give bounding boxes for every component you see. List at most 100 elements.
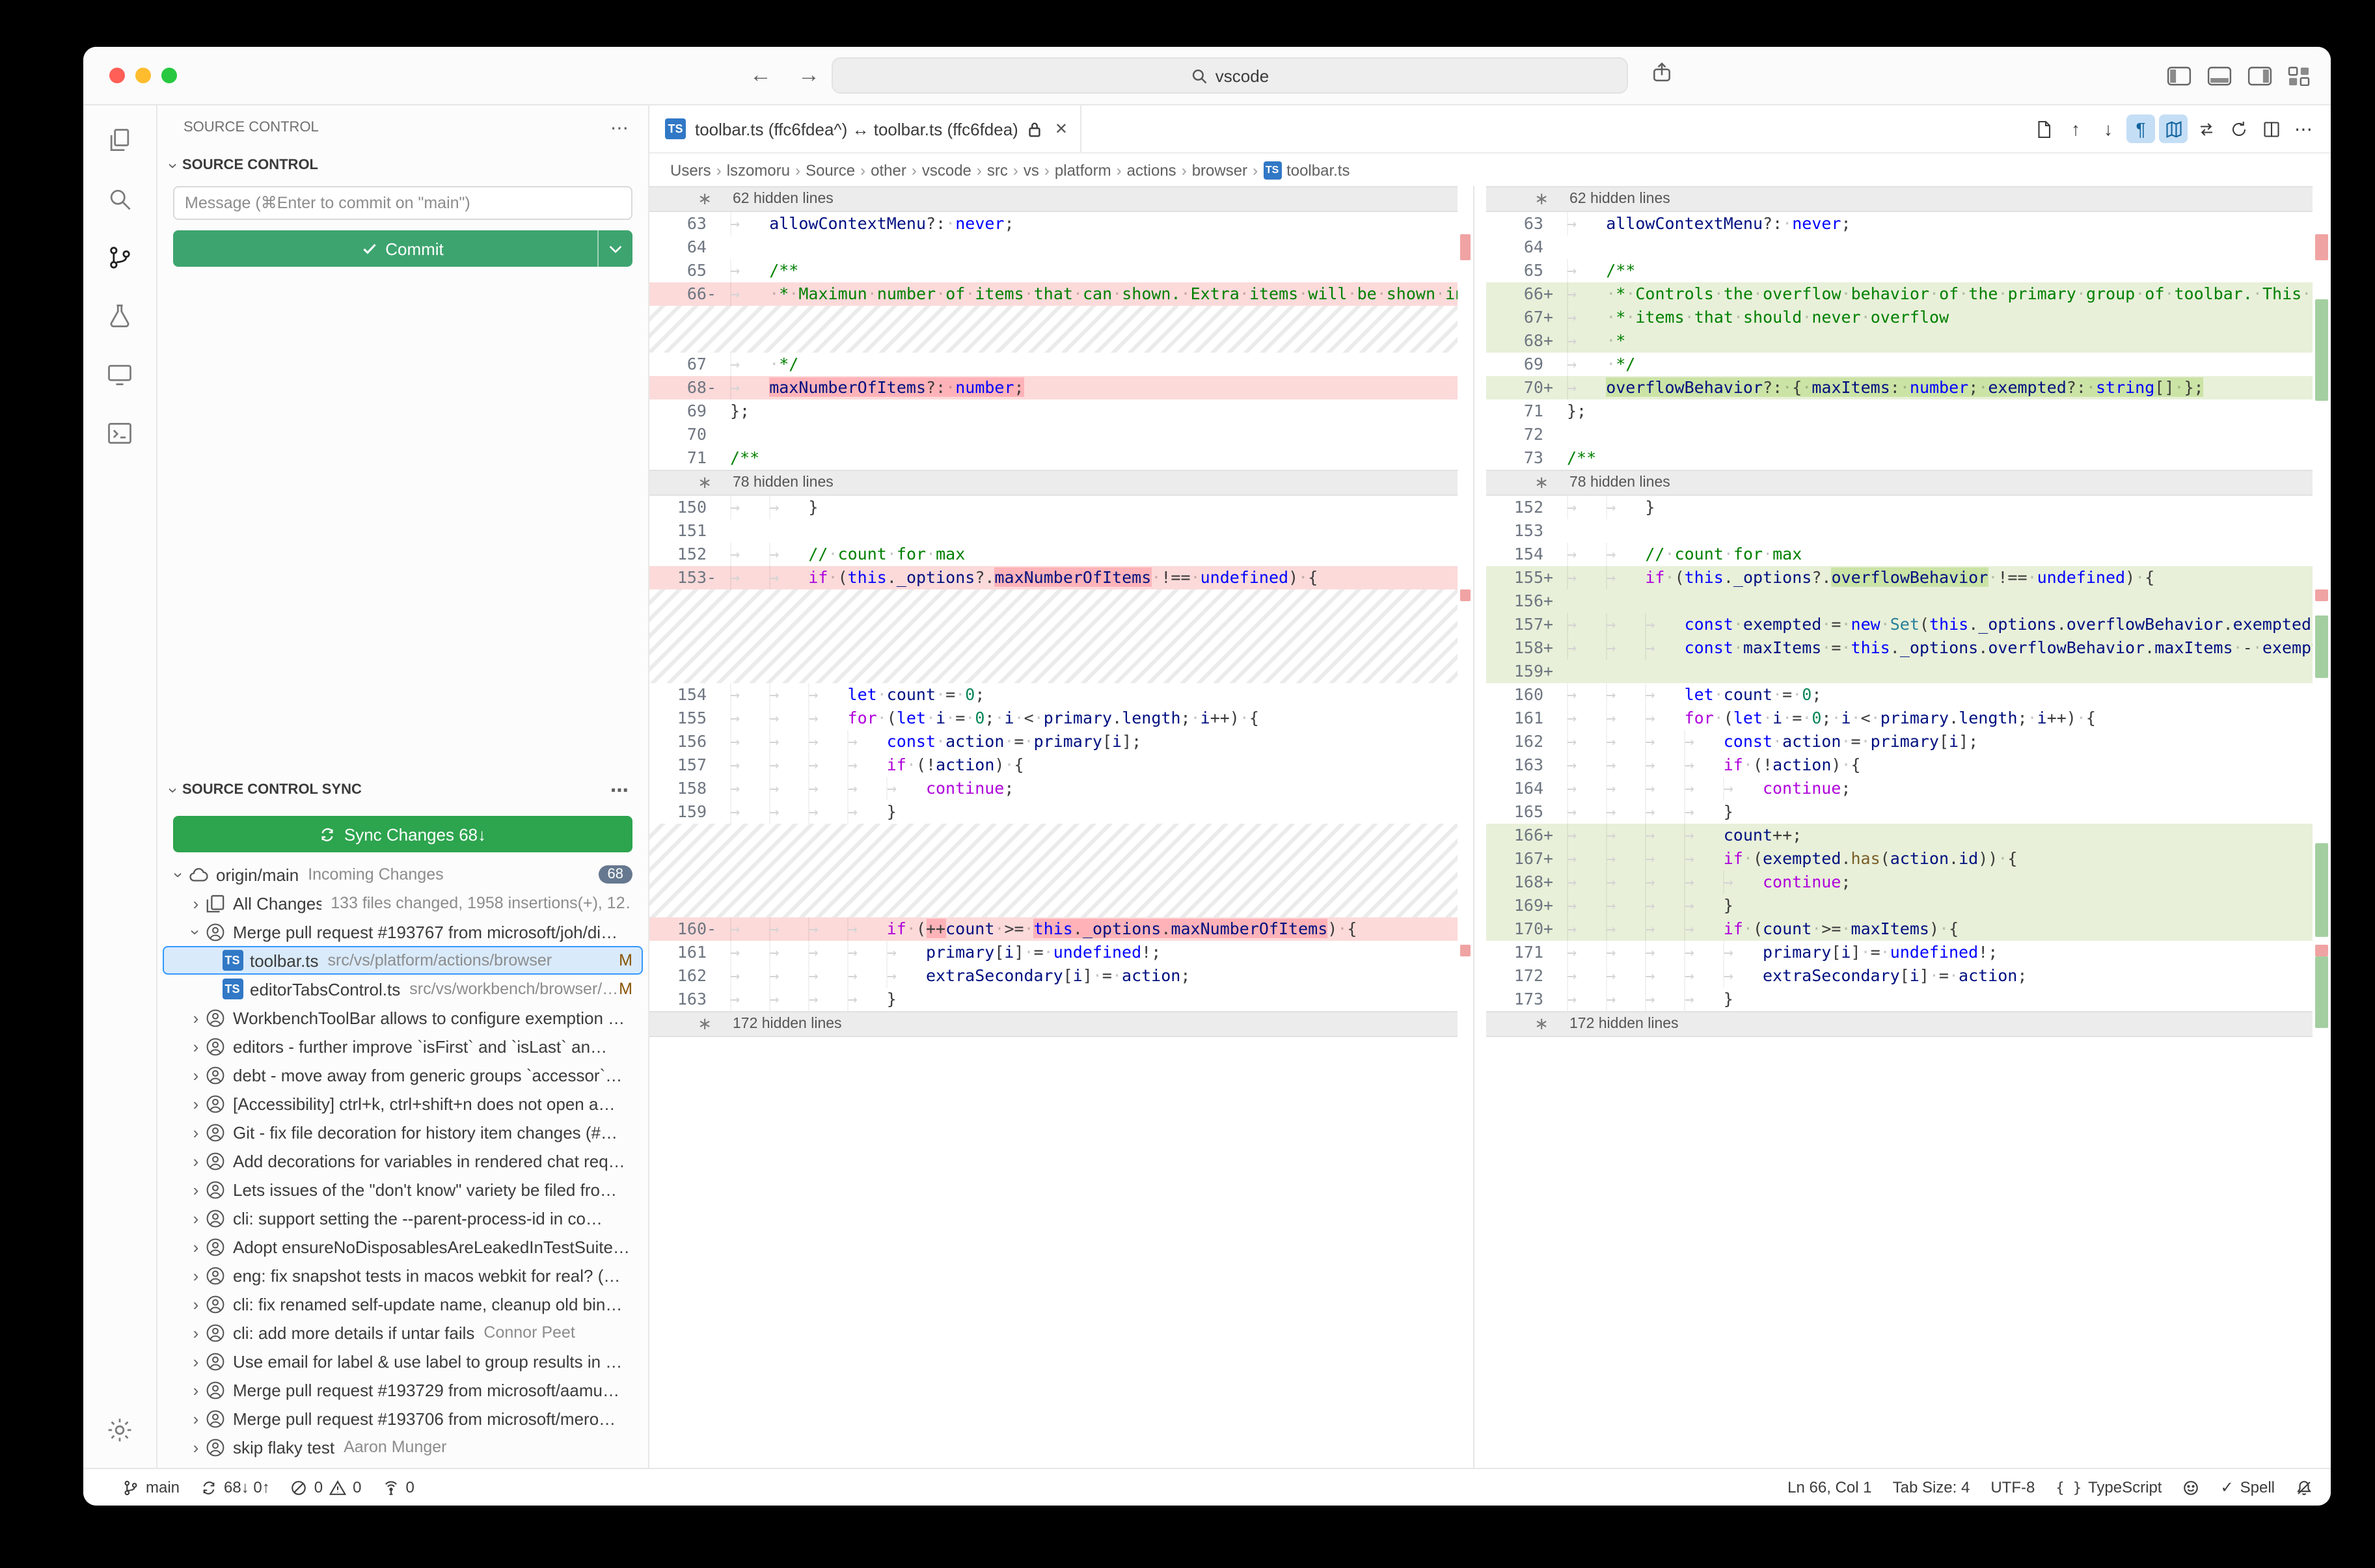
- breadcrumb-item[interactable]: vscode: [922, 161, 971, 179]
- code-line[interactable]: 159 +: [1486, 660, 2313, 683]
- problems-indicator[interactable]: 0 0: [291, 1478, 362, 1496]
- toggle-secondary-sidebar-icon[interactable]: [2247, 66, 2272, 85]
- code-line[interactable]: 69 → ·*/: [1486, 353, 2313, 376]
- code-line[interactable]: 65 →/**: [1486, 259, 2313, 282]
- diff-left-pane[interactable]: ∗ 62 hidden lines 63 → allowContextMenu?:·ne…: [649, 186, 1473, 1468]
- breadcrumb-item[interactable]: other: [871, 161, 906, 179]
- scm-tree-item[interactable]: › Use email for label & use label to grou…: [163, 1347, 643, 1375]
- commit-message-input[interactable]: [173, 186, 632, 220]
- chevron-icon[interactable]: ›: [187, 1008, 204, 1027]
- code-line[interactable]: 155 → → → for·(let·i·=·0;·i·<·primary.length…: [649, 707, 1458, 730]
- section-source-control[interactable]: › SOURCE CONTROL: [157, 150, 648, 181]
- code-line[interactable]: 164 → → → → → continue;: [1486, 777, 2313, 800]
- chevron-icon[interactable]: ›: [187, 1294, 204, 1314]
- swap-sides-icon[interactable]: [2224, 115, 2253, 143]
- code-line[interactable]: 67 → ·*/: [649, 353, 1458, 376]
- code-line[interactable]: 154 → → → let·count·=·0;: [649, 683, 1458, 707]
- notifications[interactable]: [2296, 1479, 2313, 1496]
- commit-dropdown-icon[interactable]: [597, 230, 632, 267]
- code-line[interactable]: 160- → → → → if·(++count·>=·this._options.max…: [649, 917, 1458, 941]
- diff-right-pane[interactable]: ∗ 62 hidden lines 63 → allowContextMenu?:·ne…: [1486, 186, 2331, 1468]
- map-icon[interactable]: [2159, 115, 2188, 143]
- unfold-icon[interactable]: ∗: [1486, 189, 1556, 209]
- code-line[interactable]: 73/**: [1486, 446, 2313, 470]
- code-line[interactable]: 170 + → → → → if·(count·>=·maxItems)·{: [1486, 917, 2313, 941]
- scm-tree-item[interactable]: › Merge pull request #193767 from microso…: [163, 917, 643, 946]
- inline-view-icon[interactable]: [2192, 115, 2220, 143]
- scm-tree-item[interactable]: › WorkbenchToolBar allows to configure ex…: [163, 1003, 643, 1032]
- code-line[interactable]: 171 → → → → → primary[i]·=·undefined!;: [1486, 941, 2313, 964]
- code-line[interactable]: 157 → → → → if·(!action)·{: [649, 753, 1458, 777]
- code-line[interactable]: 63 → allowContextMenu?:·never;: [649, 212, 1458, 236]
- cursor-position[interactable]: Ln 66, Col 1: [1787, 1478, 1871, 1496]
- code-line[interactable]: 71/**: [649, 446, 1458, 470]
- code-line[interactable]: 153: [1486, 519, 2313, 543]
- chevron-icon[interactable]: ›: [187, 1437, 204, 1457]
- breadcrumb-item[interactable]: src: [987, 161, 1008, 179]
- code-line[interactable]: 71};: [1486, 399, 2313, 423]
- code-line[interactable]: 63 → allowContextMenu?:·never;: [1486, 212, 2313, 236]
- spell-checker[interactable]: ✓ Spell: [2221, 1478, 2275, 1496]
- unfold-icon[interactable]: ∗: [649, 1014, 720, 1034]
- scm-tree-item[interactable]: › Merge pull request #193706 from microso…: [163, 1404, 643, 1433]
- chevron-icon[interactable]: ›: [186, 923, 206, 940]
- code-line[interactable]: 67 + → ·*·items·that·should·never·overflow: [1486, 306, 2313, 329]
- more-actions-icon[interactable]: ⋯: [2289, 115, 2318, 143]
- code-line[interactable]: 161 → → → → → primary[i]·=·undefined!;: [649, 941, 1458, 964]
- close-window-button[interactable]: [109, 68, 125, 83]
- chevron-icon[interactable]: ›: [187, 1351, 204, 1371]
- toggle-primary-sidebar-icon[interactable]: [2167, 66, 2192, 85]
- next-change-icon[interactable]: ↓: [2094, 115, 2123, 143]
- code-line[interactable]: 163 → → → →}: [649, 988, 1458, 1011]
- chevron-icon[interactable]: ›: [187, 893, 204, 913]
- code-line[interactable]: 158 + → → → const·maxItems·=·this._options.ov…: [1486, 636, 2313, 660]
- settings-gear-icon[interactable]: [100, 1411, 139, 1450]
- split-editor-icon[interactable]: [2257, 115, 2285, 143]
- code-line[interactable]: 66 + → ·*·Controls·the·overflow·behavior·of…: [1486, 282, 2313, 306]
- code-line[interactable]: 160 → → → let·count·=·0;: [1486, 683, 2313, 707]
- chevron-icon[interactable]: ›: [187, 1265, 204, 1285]
- search-activity-icon[interactable]: [100, 180, 139, 219]
- diff-sash[interactable]: [1473, 186, 1486, 1468]
- unfold-icon[interactable]: ∗: [649, 189, 720, 209]
- code-line[interactable]: 72: [1486, 423, 2313, 446]
- scm-tree-item[interactable]: › Lets issues of the "don't know" variety…: [163, 1175, 643, 1204]
- code-line[interactable]: 70: [649, 423, 1458, 446]
- source-control-icon[interactable]: [100, 238, 139, 277]
- scm-tree-item[interactable]: › cli: support setting the --parent-proce…: [163, 1204, 643, 1232]
- code-line[interactable]: 172 → → → → → extraSecondary[i]·=·action;: [1486, 964, 2313, 988]
- scm-tree-item[interactable]: › cli: add more details if untar fails Con…: [163, 1318, 643, 1347]
- chevron-icon[interactable]: ›: [187, 1208, 204, 1228]
- customize-layout-icon[interactable]: [2288, 66, 2310, 85]
- code-line[interactable]: 65 →/**: [649, 259, 1458, 282]
- code-line[interactable]: 165 → → → →}: [1486, 800, 2313, 824]
- breadcrumb-item[interactable]: vs: [1024, 161, 1039, 179]
- encoding[interactable]: UTF-8: [1990, 1478, 2035, 1496]
- breadcrumb-item[interactable]: Source: [806, 161, 855, 179]
- breadcrumb-item[interactable]: Users: [670, 161, 711, 179]
- code-line[interactable]: 166 + → → → → count++;: [1486, 824, 2313, 847]
- sync-changes-button[interactable]: Sync Changes 68↓: [173, 816, 632, 852]
- scm-tree-item[interactable]: › Adopt ensureNoDisposablesAreLeakedInTes…: [163, 1232, 643, 1261]
- chevron-icon[interactable]: ›: [187, 1065, 204, 1085]
- code-line[interactable]: 68- → maxNumberOfItems?:·number;: [649, 376, 1458, 399]
- language-mode[interactable]: { } TypeScript: [2056, 1478, 2162, 1496]
- scm-tree-item[interactable]: › All Changes 133 files changed, 1958 inse…: [163, 889, 643, 917]
- scm-tree-item[interactable]: › eng: fix snapshot tests in macos webkit…: [163, 1261, 643, 1290]
- hidden-lines-bar[interactable]: ∗ 62 hidden lines: [1486, 186, 2313, 212]
- code-line[interactable]: 64: [1486, 236, 2313, 259]
- code-line[interactable]: 157 + → → → const·exempted·=·new·Set(this._op…: [1486, 613, 2313, 636]
- breadcrumb-item[interactable]: lszomoru: [727, 161, 790, 179]
- hidden-lines-bar[interactable]: ∗ 78 hidden lines: [1486, 470, 2313, 496]
- scm-tree-item[interactable]: TS toolbar.ts src/vs/platform/actions/brow…: [163, 946, 643, 975]
- ports-indicator[interactable]: 0: [383, 1478, 414, 1496]
- chevron-icon[interactable]: ›: [187, 1409, 204, 1428]
- code-line[interactable]: 152 → →}: [1486, 496, 2313, 519]
- chevron-icon[interactable]: ›: [187, 1036, 204, 1056]
- unfold-icon[interactable]: ∗: [1486, 1014, 1556, 1034]
- scm-tree-item[interactable]: › origin/main Incoming Changes 68: [163, 860, 643, 889]
- code-line[interactable]: 152 → →//·count·for·max: [649, 543, 1458, 566]
- code-line[interactable]: 66- → ·*·Maximun·number·of·items·that·can·…: [649, 282, 1458, 306]
- chevron-icon[interactable]: ›: [187, 1380, 204, 1399]
- unfold-icon[interactable]: ∗: [1486, 473, 1556, 493]
